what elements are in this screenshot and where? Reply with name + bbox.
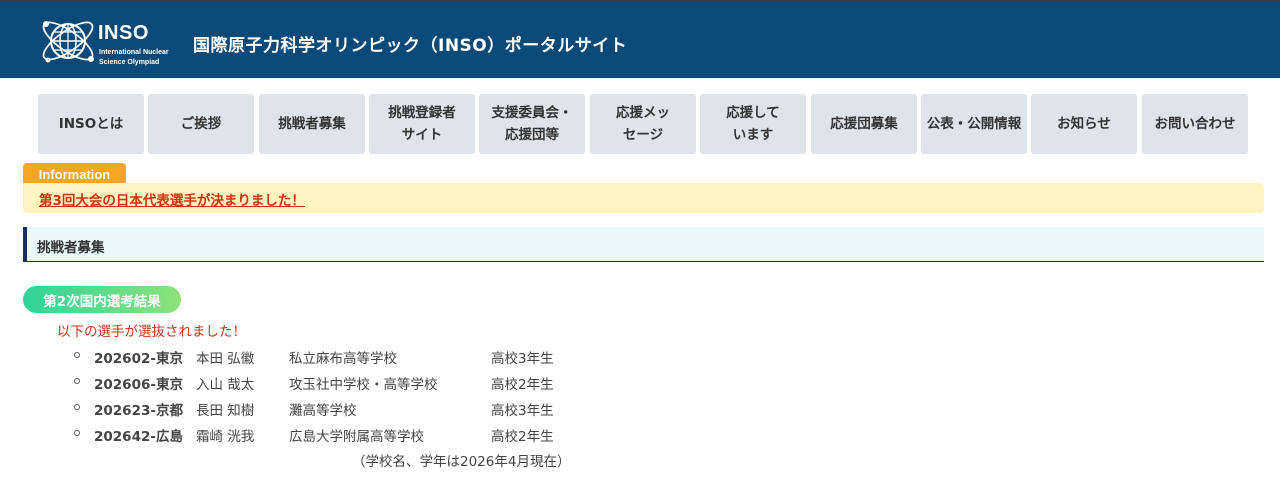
player-grade: 高校3年生 — [491, 403, 554, 419]
site-header: INSO International Nuclear Science Olymp… — [0, 2, 1280, 78]
selection-announcement: 以下の選手が選抜されました！ — [57, 324, 246, 340]
bullet-icon — [74, 378, 80, 384]
section-title: 挑戦者募集 — [37, 240, 105, 256]
player-school: 私立麻布高等学校 — [289, 351, 397, 367]
nav-item-greeting[interactable]: ご挨拶 — [148, 94, 254, 154]
player-name: 本田 弘徽 — [196, 351, 255, 367]
footnote: （学校名、学年は2026年4月現在） — [352, 454, 571, 470]
list-item: 202602-東京 本田 弘徽 私立麻布高等学校 高校3年生 — [70, 346, 630, 372]
player-school: 灘高等学校 — [289, 403, 357, 419]
nav-item-registrant-site[interactable]: 挑戦登録者 サイト — [369, 94, 475, 154]
list-item: 202606-東京 入山 哉太 攻玉社中学校・高等学校 高校2年生 — [70, 372, 630, 398]
nav-item-contact[interactable]: お問い合わせ — [1142, 94, 1248, 154]
logo-subtitle-line2: Science Olympiad — [99, 59, 160, 66]
player-id: 202606-東京 — [94, 377, 183, 393]
player-school: 攻玉社中学校・高等学校 — [289, 377, 438, 393]
list-item: 202642-広島 霜崎 洸我 広島大学附属高等学校 高校2年生 — [70, 424, 630, 450]
logo-subtitle-line1: International Nuclear — [99, 49, 169, 56]
player-grade: 高校3年生 — [491, 351, 554, 367]
nav-item-supporters[interactable]: 応援して います — [700, 94, 806, 154]
bullet-icon — [74, 404, 80, 410]
player-id: 202623-京都 — [94, 403, 183, 419]
list-item: 202623-京都 長田 知樹 灘高等学校 高校3年生 — [70, 398, 630, 424]
player-grade: 高校2年生 — [491, 377, 554, 393]
player-id: 202602-東京 — [94, 351, 183, 367]
player-name: 霜崎 洸我 — [196, 429, 255, 445]
player-grade: 高校2年生 — [491, 429, 554, 445]
nav-item-recruitment[interactable]: 挑戦者募集 — [259, 94, 365, 154]
bullet-icon — [74, 352, 80, 358]
player-name: 長田 知樹 — [196, 403, 255, 419]
nav-item-public-info[interactable]: 公表・公開情報 — [921, 94, 1027, 154]
section-heading: 挑戦者募集 — [23, 227, 1264, 262]
logo-text: INSO — [98, 22, 149, 44]
atom-globe-icon — [42, 21, 94, 63]
information-link[interactable]: 第3回大会の日本代表選手が決まりました！ — [39, 189, 305, 209]
bullet-icon — [74, 430, 80, 436]
player-school: 広島大学附属高等学校 — [289, 429, 424, 445]
nav-item-news[interactable]: お知らせ — [1031, 94, 1137, 154]
selected-players-list: 202602-東京 本田 弘徽 私立麻布高等学校 高校3年生 202606-東京… — [70, 346, 630, 450]
information-tab: Information — [23, 163, 126, 185]
nav-item-supporter-recruitment[interactable]: 応援団募集 — [811, 94, 917, 154]
nav-item-messages[interactable]: 応援メッ セージ — [590, 94, 696, 154]
player-name: 入山 哉太 — [196, 377, 255, 393]
player-id: 202642-広島 — [94, 429, 183, 445]
main-nav: INSOとは ご挨拶 挑戦者募集 挑戦登録者 サイト 支援委員会・ 応援団等 応… — [38, 94, 1250, 154]
nav-item-support-committee[interactable]: 支援委員会・ 応援団等 — [479, 94, 585, 154]
site-title[interactable]: 国際原子力科学オリンピック（INSO）ポータルサイト — [193, 31, 627, 56]
inso-logo[interactable]: INSO International Nuclear Science Olymp… — [38, 8, 173, 74]
selection-results-badge: 第2次国内選考結果 — [23, 286, 181, 313]
information-bar: 第3回大会の日本代表選手が決まりました！ — [23, 183, 1264, 213]
nav-item-about[interactable]: INSOとは — [38, 94, 144, 154]
